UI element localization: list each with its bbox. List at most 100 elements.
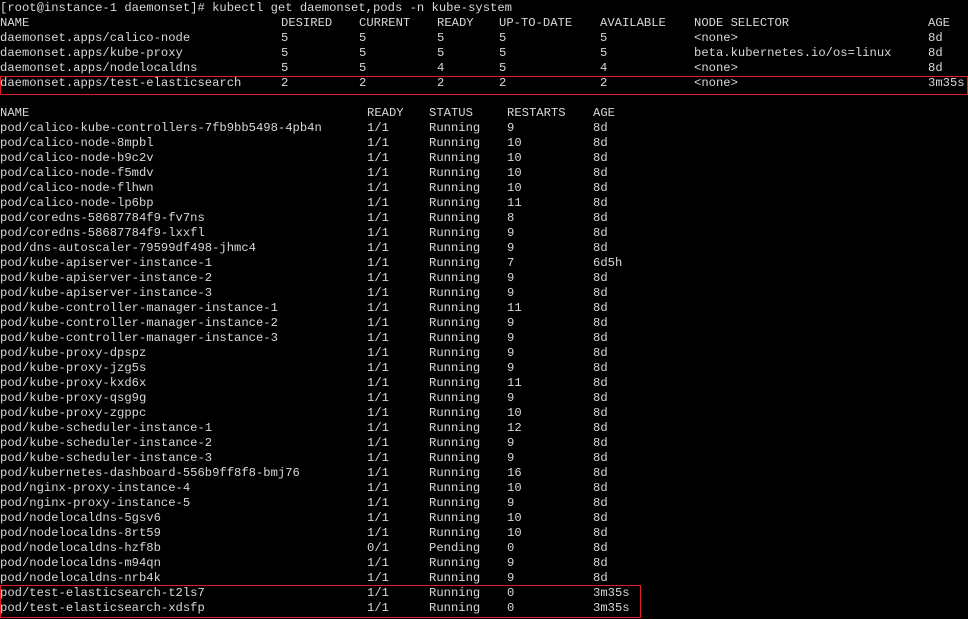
- daemonsets-cell: 3m35s: [928, 76, 965, 90]
- pods-cell: Running: [429, 526, 481, 540]
- daemonsets-cell: <none>: [694, 61, 738, 75]
- pods-cell: 0/1: [367, 541, 389, 555]
- daemonsets-header-cell: READY: [437, 16, 474, 30]
- pods-cell: 11: [507, 196, 522, 210]
- pods-cell: Running: [429, 466, 481, 480]
- pods-cell: Running: [429, 196, 481, 210]
- pods-cell: pod/calico-node-8mpbl: [0, 136, 154, 150]
- pods-cell: pod/nodelocaldns-8rt59: [0, 526, 161, 540]
- pods-cell: Running: [429, 601, 481, 615]
- pods-cell: Running: [429, 346, 481, 360]
- pods-cell: 11: [507, 301, 522, 315]
- pods-cell: 1/1: [367, 271, 389, 285]
- pods-cell: 1/1: [367, 421, 389, 435]
- pods-header-cell: STATUS: [429, 106, 473, 120]
- daemonsets-cell: 2: [499, 76, 507, 90]
- pods-cell: 7: [507, 256, 515, 270]
- pods-cell: Running: [429, 586, 481, 600]
- pods-cell: 1/1: [367, 286, 389, 300]
- pods-cell: 8d: [593, 121, 608, 135]
- pods-cell: 8d: [593, 451, 608, 465]
- pods-cell: 8d: [593, 496, 608, 510]
- pods-cell: 1/1: [367, 316, 389, 330]
- pods-cell: 1/1: [367, 436, 389, 450]
- pods-cell: 9: [507, 286, 515, 300]
- pods-cell: 1/1: [367, 556, 389, 570]
- pods-cell: pod/calico-node-lp6bp: [0, 196, 154, 210]
- pods-cell: pod/kube-proxy-kxd6x: [0, 376, 147, 390]
- pods-cell: 0: [507, 541, 515, 555]
- pods-cell: pod/kube-scheduler-instance-2: [0, 436, 213, 450]
- pods-cell: 8d: [593, 406, 608, 420]
- pods-cell: 10: [507, 166, 522, 180]
- pods-cell: Running: [429, 511, 481, 525]
- pods-cell: 9: [507, 331, 515, 345]
- pods-cell: 9: [507, 316, 515, 330]
- pods-cell: 9: [507, 346, 515, 360]
- pods-cell: 1/1: [367, 586, 389, 600]
- pods-cell: Running: [429, 451, 481, 465]
- pods-cell: 8d: [593, 361, 608, 375]
- pods-cell: Running: [429, 181, 481, 195]
- pods-header-cell: AGE: [593, 106, 615, 120]
- pods-cell: 1/1: [367, 391, 389, 405]
- pods-cell: 1/1: [367, 331, 389, 345]
- pods-cell: pod/calico-node-b9c2v: [0, 151, 154, 165]
- pods-cell: 8d: [593, 151, 608, 165]
- pods-cell: 1/1: [367, 166, 389, 180]
- pods-cell: Running: [429, 151, 481, 165]
- pods-cell: 10: [507, 136, 522, 150]
- daemonsets-cell: 5: [437, 46, 445, 60]
- pods-cell: pod/nginx-proxy-instance-5: [0, 496, 191, 510]
- pods-cell: 9: [507, 226, 515, 240]
- pods-cell: 1/1: [367, 181, 389, 195]
- pods-cell: 9: [507, 241, 515, 255]
- pods-cell: 9: [507, 271, 515, 285]
- pods-cell: pod/calico-node-flhwn: [0, 181, 154, 195]
- daemonsets-cell: 2: [359, 76, 367, 90]
- pods-cell: Running: [429, 376, 481, 390]
- pods-cell: pod/coredns-58687784f9-lxxfl: [0, 226, 205, 240]
- pods-cell: 9: [507, 451, 515, 465]
- pods-cell: 1/1: [367, 121, 389, 135]
- pods-cell: Running: [429, 301, 481, 315]
- pods-cell: Pending: [429, 541, 481, 555]
- daemonsets-header-cell: AGE: [928, 16, 950, 30]
- daemonsets-cell: daemonset.apps/nodelocaldns: [0, 61, 198, 75]
- daemonsets-header-cell: NODE SELECTOR: [694, 16, 790, 30]
- pods-cell: 1/1: [367, 376, 389, 390]
- daemonsets-cell: daemonset.apps/test-elasticsearch: [0, 76, 242, 90]
- pods-cell: 9: [507, 121, 515, 135]
- pods-cell: Running: [429, 211, 481, 225]
- pods-cell: 8d: [593, 541, 608, 555]
- daemonsets-cell: beta.kubernetes.io/os=linux: [694, 46, 892, 60]
- pods-cell: pod/kubernetes-dashboard-556b9ff8f8-bmj7…: [0, 466, 300, 480]
- pods-cell: 8d: [593, 226, 608, 240]
- pods-cell: pod/coredns-58687784f9-fv7ns: [0, 211, 205, 225]
- pods-cell: 8: [507, 211, 515, 225]
- daemonsets-cell: 8d: [928, 61, 943, 75]
- pods-cell: Running: [429, 571, 481, 585]
- pods-cell: 9: [507, 361, 515, 375]
- pods-cell: 1/1: [367, 151, 389, 165]
- pods-header-cell: READY: [367, 106, 404, 120]
- pods-cell: Running: [429, 241, 481, 255]
- daemonsets-cell: 4: [600, 61, 608, 75]
- pods-cell: Running: [429, 256, 481, 270]
- pods-cell: 8d: [593, 571, 608, 585]
- daemonsets-cell: 5: [499, 31, 507, 45]
- pods-cell: 9: [507, 391, 515, 405]
- pods-cell: 8d: [593, 316, 608, 330]
- daemonsets-cell: 5: [281, 31, 289, 45]
- pods-cell: Running: [429, 361, 481, 375]
- terminal-window[interactable]: [root@instance-1 daemonset]# kubectl get…: [0, 0, 968, 619]
- daemonsets-cell: 5: [359, 31, 367, 45]
- pods-cell: 8d: [593, 286, 608, 300]
- pods-cell: 1/1: [367, 451, 389, 465]
- daemonsets-cell: daemonset.apps/kube-proxy: [0, 46, 183, 60]
- pods-cell: pod/test-elasticsearch-xdsfp: [0, 601, 205, 615]
- pods-cell: 8d: [593, 271, 608, 285]
- pods-cell: pod/kube-apiserver-instance-3: [0, 286, 213, 300]
- daemonsets-cell: 2: [600, 76, 608, 90]
- daemonsets-cell: 5: [600, 31, 608, 45]
